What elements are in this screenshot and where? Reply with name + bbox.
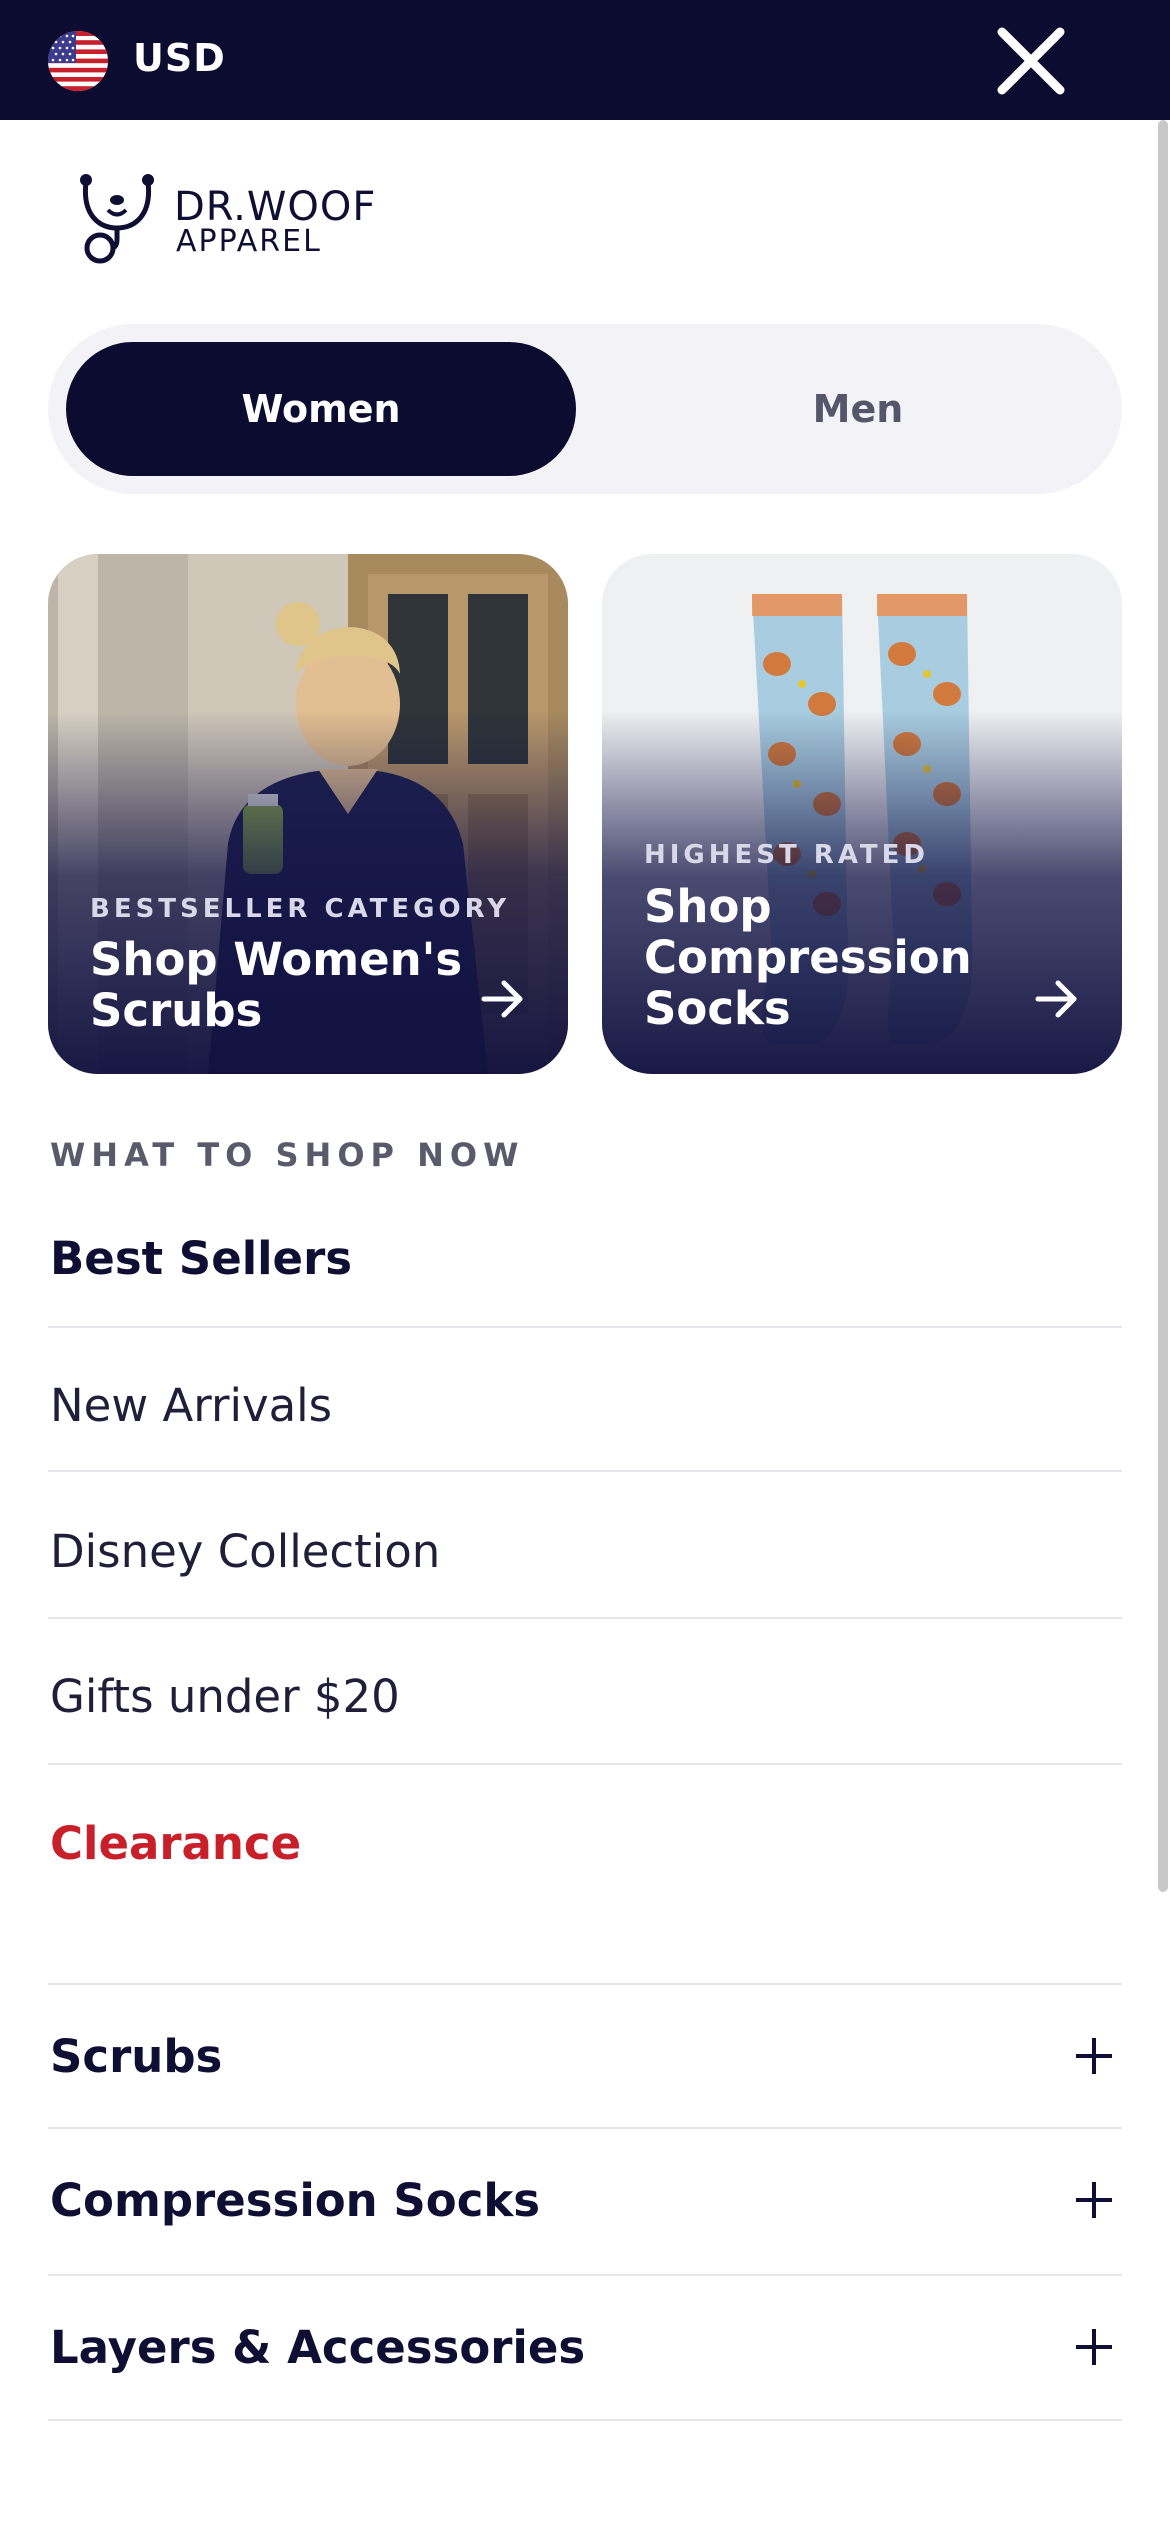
link-clearance[interactable]: Clearance — [50, 1770, 1122, 1916]
divider — [48, 1763, 1122, 1765]
logo-text-secondary: APPAREL — [176, 224, 322, 259]
card-eyebrow: HIGHEST RATED — [644, 840, 930, 870]
plus-icon — [1076, 2329, 1112, 2365]
link-gifts-under-20[interactable]: Gifts under $20 — [50, 1623, 1122, 1769]
link-new-arrivals[interactable]: New Arrivals — [50, 1332, 1122, 1478]
plus-icon — [1076, 2182, 1112, 2218]
brand-logo[interactable]: DR.WOOF APPAREL — [70, 166, 380, 266]
currency-label[interactable]: USD — [133, 36, 226, 80]
top-bar: USD — [0, 0, 1170, 120]
section-label-shop-now: WHAT TO SHOP NOW — [50, 1136, 525, 1174]
card-title: Shop Compression Socks — [644, 880, 972, 1035]
accordion-compression-socks[interactable]: Compression Socks — [50, 2127, 1122, 2273]
accordion-layers-accessories[interactable]: Layers & Accessories — [50, 2274, 1122, 2420]
card-eyebrow: BESTSELLER CATEGORY — [90, 894, 511, 924]
divider — [48, 2419, 1122, 2421]
close-icon[interactable] — [994, 24, 1068, 98]
accordion-label: Scrubs — [50, 2029, 223, 2083]
link-best-sellers[interactable]: Best Sellers — [50, 1185, 1122, 1331]
stethoscope-dog-icon — [80, 174, 154, 264]
plus-icon — [1076, 2038, 1112, 2074]
us-flag-icon[interactable] — [48, 31, 108, 91]
accordion-label: Compression Socks — [50, 2173, 541, 2227]
accordion-label: Layers & Accessories — [50, 2320, 586, 2374]
gender-toggle: Women Men — [48, 324, 1122, 494]
promo-card-socks[interactable]: HIGHEST RATED Shop Compression Socks — [602, 554, 1122, 1074]
arrow-right-icon — [1035, 980, 1077, 1018]
link-disney-collection[interactable]: Disney Collection — [50, 1478, 1122, 1624]
scrollbar[interactable] — [1158, 120, 1168, 1892]
card-title: Shop Women's Scrubs — [90, 933, 463, 1037]
divider — [48, 1617, 1122, 1619]
toggle-women[interactable]: Women — [66, 342, 576, 476]
accordion-scrubs[interactable]: Scrubs — [50, 1983, 1122, 2129]
toggle-men[interactable]: Men — [608, 342, 1108, 476]
promo-card-scrubs[interactable]: BESTSELLER CATEGORY Shop Women's Scrubs — [48, 554, 568, 1074]
arrow-right-icon — [481, 980, 523, 1018]
divider — [48, 1470, 1122, 1472]
divider — [48, 1326, 1122, 1328]
